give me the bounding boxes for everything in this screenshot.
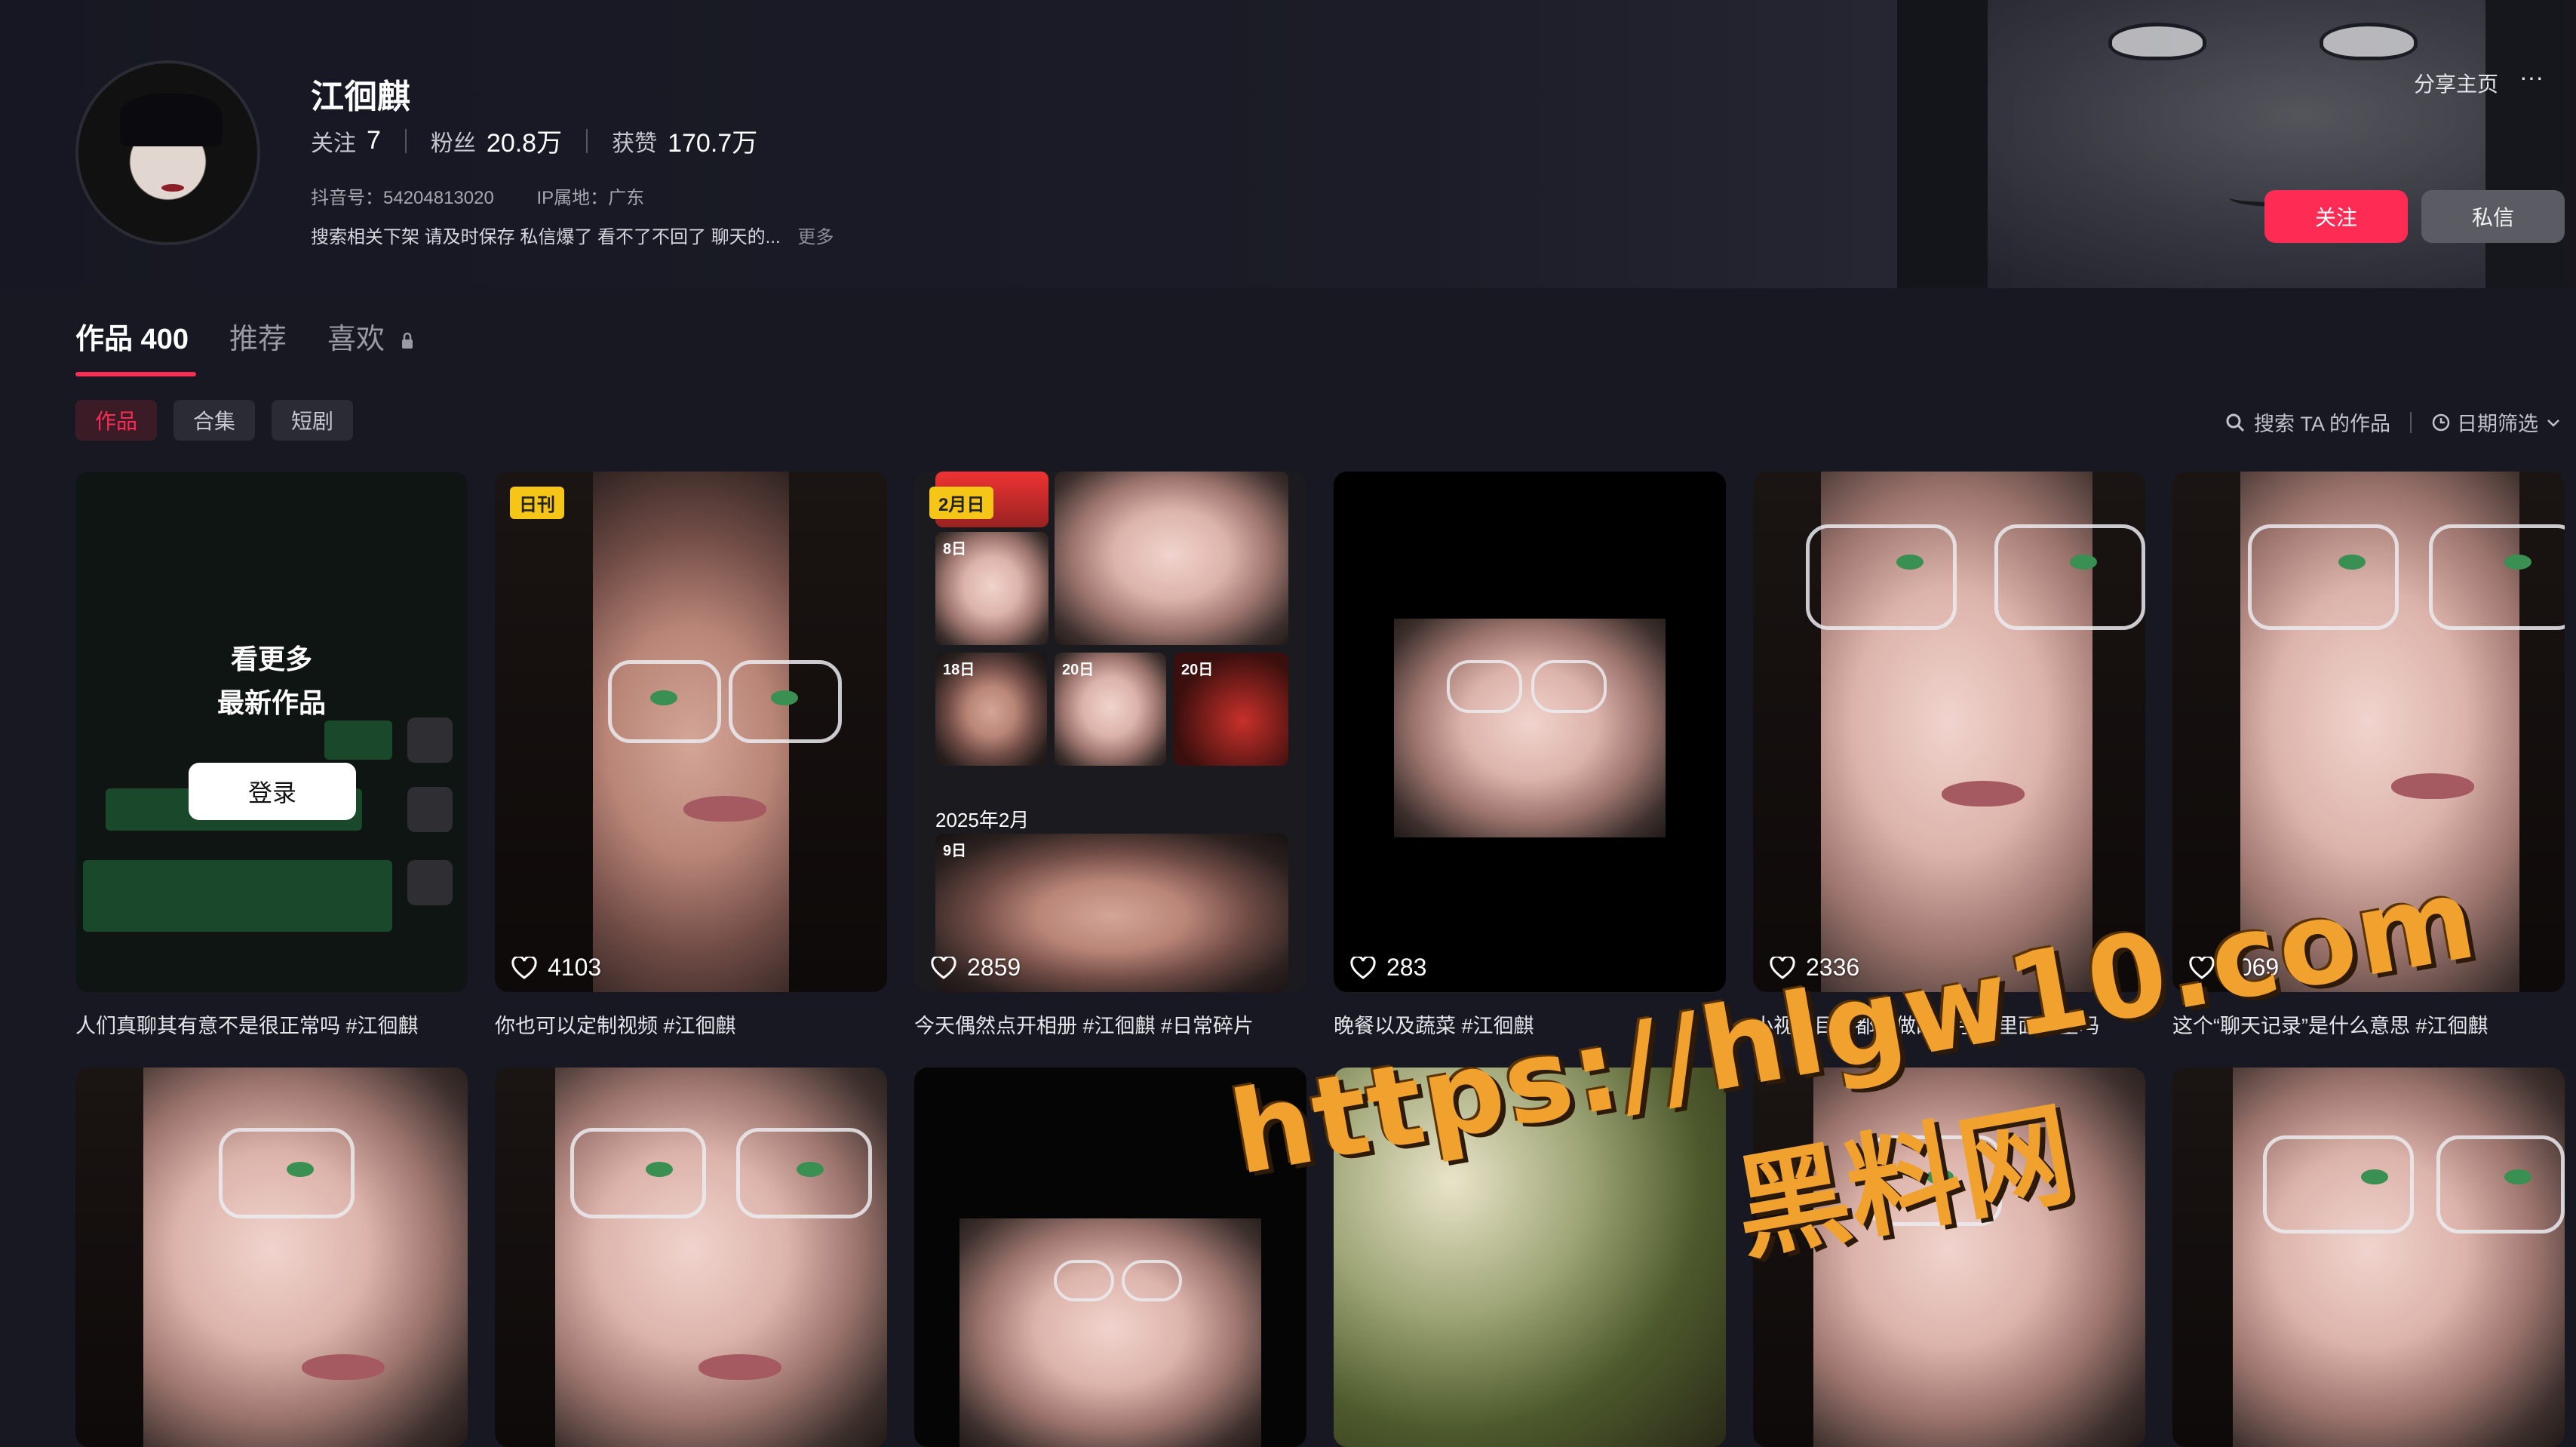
video-card[interactable]: 283 [1334,472,1726,992]
tab-recommended[interactable]: 推荐 [229,315,287,357]
likes-label: 获赞 [612,131,658,156]
video-card[interactable] [495,1068,887,1447]
collage-label: 8日 [943,541,967,558]
share-profile-link[interactable]: 分享主页 [2414,68,2498,98]
date-filter-dropdown[interactable]: 日期筛选 [2457,407,2538,437]
profile-name: 江徊麒 [311,78,410,115]
ip-location: IP属地：广东 [536,188,645,208]
video-caption[interactable]: 今天偶然点开相册 #江徊麒 #日常碎片 [914,1009,1306,1039]
collage-date: 2025年2月 [935,809,1030,831]
chip-collections[interactable]: 合集 [173,400,256,441]
active-tab-indicator [75,372,196,376]
message-button[interactable]: 私信 [2421,190,2565,243]
like-count: 4103 [511,954,601,982]
stats-divider [404,128,407,153]
lock-icon [401,332,413,349]
likes-count: 170.7万 [668,129,758,158]
video-tag: 2月日 [929,487,994,519]
video-card[interactable] [2172,1068,2565,1447]
collage-label: 9日 [943,843,967,859]
like-count: 283 [1350,954,1426,982]
following-label[interactable]: 关注 [311,124,356,158]
collage-label: 20日 [1181,662,1214,678]
like-count: 2859 [931,954,1021,982]
heart-icon [931,956,956,979]
video-card[interactable]: 8日 18日 20日 20日 2025年2月 9日 2月日 2859 [914,472,1306,992]
video-tag: 日刊 [510,487,564,519]
profile-meta: 抖音号：54204813020 IP属地：广东 [311,183,682,209]
content-tabs: 作品 400 推荐 喜欢 [75,315,414,357]
chevron-down-icon[interactable] [2544,413,2562,432]
chip-short-drama[interactable]: 短剧 [272,400,354,441]
like-count-value: 4103 [548,954,602,981]
like-count-value: 283 [1386,954,1427,981]
clock-icon [2432,413,2450,431]
tab-works[interactable]: 作品 400 [75,315,189,357]
tab-liked[interactable]: 喜欢 [327,315,414,357]
video-caption[interactable]: 你也可以定制视频 #江徊麒 [495,1009,887,1039]
profile-stats: 关注 7 粉丝 20.8万 获赞 170.7万 [311,122,757,159]
user-id: 抖音号：54204813020 [311,188,494,208]
stats-divider [586,128,588,153]
following-count[interactable]: 7 [367,126,381,155]
header-background-art [1897,0,2576,288]
avatar[interactable] [75,60,260,245]
video-card[interactable]: 2336 [1753,472,2145,992]
bio-more-link[interactable]: 更多 [797,227,834,247]
tab-liked-label: 喜欢 [327,324,385,355]
tools-divider [2410,411,2412,433]
heart-icon [1350,956,1376,979]
video-caption[interactable]: 人们真聊其有意不是很正常吗 #江徊麒 [75,1009,468,1039]
collage-label: 20日 [1062,662,1095,678]
login-prompt-title: 看更多 最新作品 [216,644,326,718]
video-card[interactable] [75,1068,468,1447]
grid-tools: 搜索 TA 的作品 日期筛选 [2225,407,2562,437]
video-card[interactable]: 日刊 4103 [495,472,887,992]
like-count-value: 2859 [967,954,1021,981]
followers-count[interactable]: 20.8万 [487,122,562,159]
followers-label[interactable]: 粉丝 [431,124,476,158]
follow-button[interactable]: 关注 [2264,190,2408,243]
chip-works[interactable]: 作品 [75,400,158,441]
login-prompt-card: 看更多 最新作品 登录 [75,472,468,992]
heart-icon [511,956,537,979]
profile-bio: 搜索相关下架 请及时保存 私信爆了 看不了不回了 聊天的... 更多 [311,222,834,248]
bio-text: 搜索相关下架 请及时保存 私信爆了 看不了不回了 聊天的... [311,227,781,247]
collage-label: 18日 [943,662,975,678]
search-works-link[interactable]: 搜索 TA 的作品 [2254,407,2390,437]
filter-chips: 作品 合集 短剧 [75,400,354,441]
search-icon [2226,413,2245,432]
login-button[interactable]: 登录 [189,763,356,820]
more-options-icon[interactable]: ··· [2519,63,2544,91]
